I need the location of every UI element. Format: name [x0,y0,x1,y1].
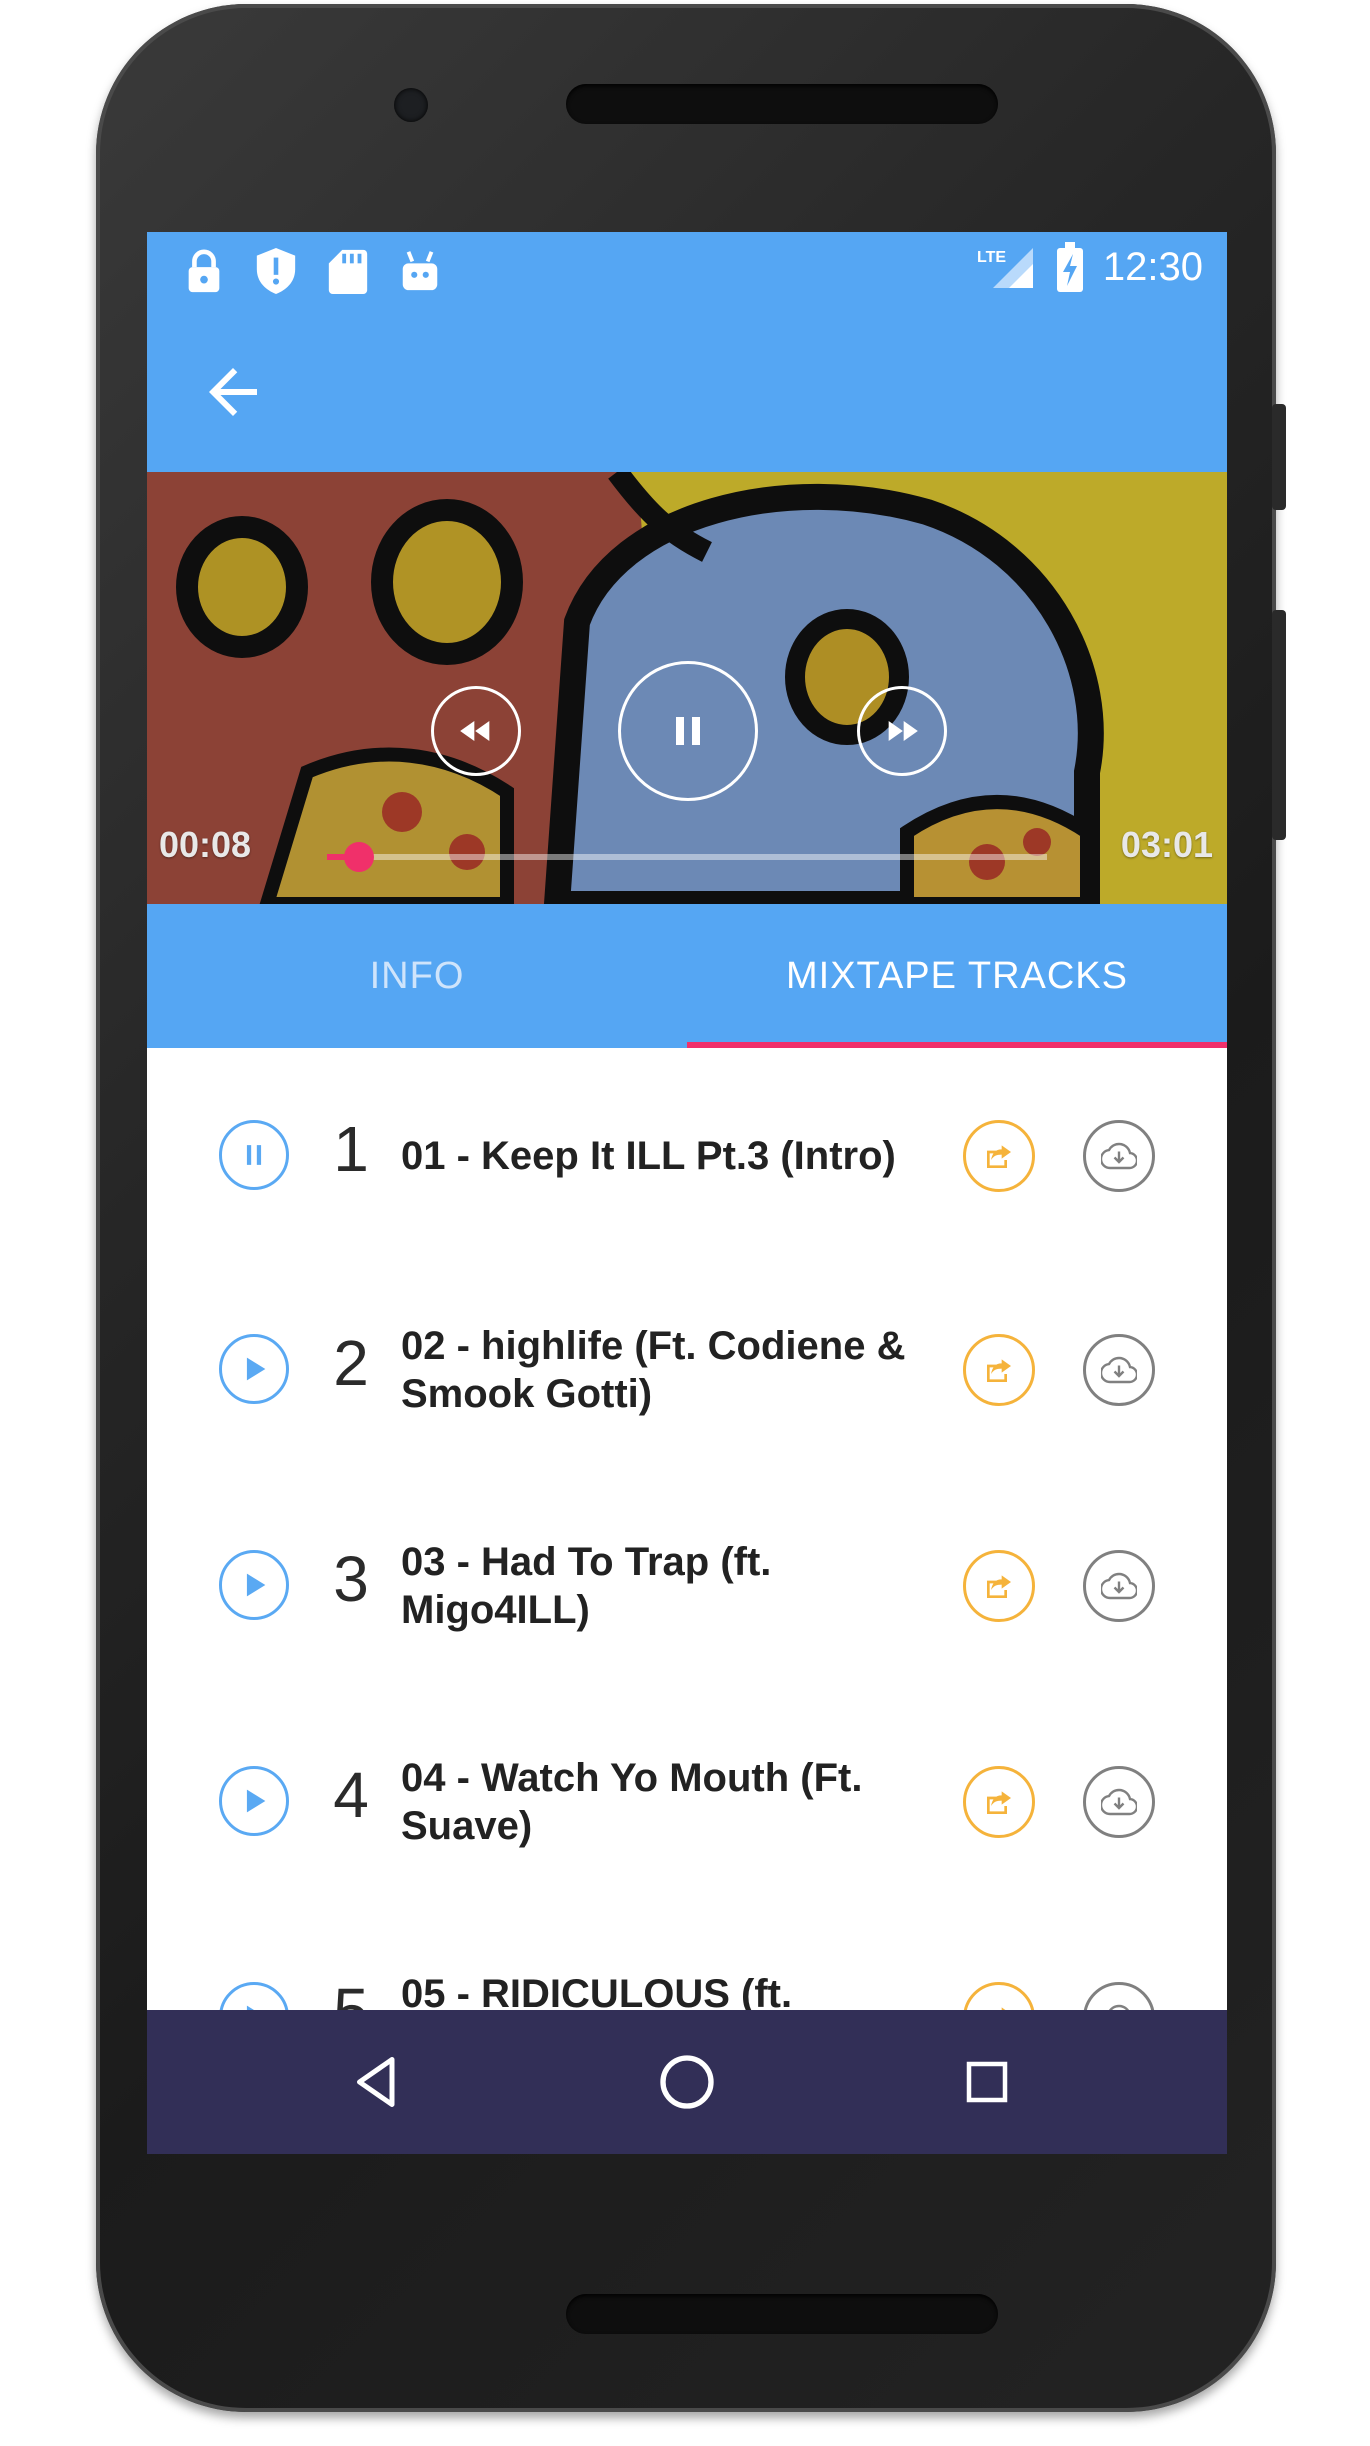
play-icon [246,1573,266,1597]
fast-forward-button[interactable] [857,686,947,776]
clock: 12:30 [1102,244,1203,289]
track-number: 4 [333,1759,369,1831]
pause-button[interactable] [618,661,758,801]
navigation-bar [147,2010,1227,2154]
rewind-button[interactable] [431,686,521,776]
track-number: 3 [333,1543,369,1615]
app-bar [147,312,1227,472]
back-button[interactable] [197,356,269,428]
status-bar: LTE 12:30 [147,232,1227,312]
bottom-speaker [566,2294,998,2334]
track-row[interactable]: 1 01 - Keep It ILL Pt.3 (Intro) [147,1048,1227,1264]
triangle-back-icon [357,2057,395,2107]
cloud-download-icon [1101,1572,1137,1600]
track-row[interactable]: 2 02 - highlife (Ft. Codiene & Smook Got… [147,1264,1227,1480]
tab-mixtape-tracks[interactable]: MIXTAPE TRACKS [687,904,1227,1048]
volume-button [1272,404,1286,510]
download-button[interactable] [1083,1120,1155,1192]
pause-track-button[interactable] [219,1120,289,1190]
sd-card-icon [328,249,368,294]
lte-signal-icon: LTE [977,248,1033,288]
android-icon [402,251,438,291]
arrow-back-icon [209,368,257,416]
track-number: 2 [333,1327,369,1399]
share-button[interactable] [963,1766,1035,1838]
play-track-button[interactable] [219,1766,289,1836]
seek-thumb[interactable] [343,842,374,872]
nav-recents-button[interactable] [947,2042,1027,2122]
track-list: 1 01 - Keep It ILL Pt.3 (Intro) 2 02 - h… [147,1048,1227,2058]
share-icon [987,1791,1011,1814]
cloud-download-icon [1101,1356,1137,1384]
download-button[interactable] [1083,1766,1155,1838]
track-title: 02 - highlife (Ft. Codiene & Smook Gotti… [401,1324,906,1416]
track-number: 1 [333,1113,369,1185]
play-track-button[interactable] [219,1334,289,1404]
nav-back-button[interactable] [337,2042,417,2122]
track-title: 03 - Had To Trap (ft. Migo4ILL) [401,1540,772,1632]
album-artwork [147,472,1227,904]
rewind-icon [460,721,490,741]
nav-home-button[interactable] [647,2042,727,2122]
play-track-button[interactable] [219,1550,289,1620]
pause-icon [676,717,700,745]
total-time: 03:01 [1120,824,1213,865]
seek-bar[interactable] [327,842,1047,872]
lock-icon [188,249,220,293]
cloud-download-icon [1101,1788,1137,1816]
tab-bar: INFO MIXTAPE TRACKS [147,904,1227,1048]
svg-text:LTE: LTE [977,249,1006,266]
earpiece-speaker [566,84,998,124]
square-recents-icon [966,2061,1008,2103]
share-button[interactable] [963,1120,1035,1192]
share-icon [987,1359,1011,1382]
share-icon [987,1145,1011,1168]
tab-info[interactable]: INFO [147,904,687,1048]
track-title: 01 - Keep It ILL Pt.3 (Intro) [401,1134,896,1178]
circle-home-icon [660,2055,714,2109]
track-title: 04 - Watch Yo Mouth (Ft. Suave) [401,1756,863,1848]
elapsed-time: 00:08 [159,824,252,865]
pause-icon [246,1145,262,1165]
download-button[interactable] [1083,1334,1155,1406]
front-camera [394,88,428,122]
share-icon [987,1575,1011,1598]
share-button[interactable] [963,1550,1035,1622]
download-button[interactable] [1083,1550,1155,1622]
cloud-download-icon [1101,1142,1137,1170]
track-row[interactable]: 3 03 - Had To Trap (ft. Migo4ILL) [147,1480,1227,1696]
track-row[interactable]: 4 04 - Watch Yo Mouth (Ft. Suave) [147,1696,1227,1912]
screen: LTE 12:30 00:08 03:01 INFO MIXTAPE TRACK… [147,232,1227,2154]
share-button[interactable] [963,1334,1035,1406]
play-icon [246,1789,266,1813]
play-icon [246,1357,266,1381]
shield-alert-icon [256,248,296,294]
battery-charging-icon [1056,242,1083,292]
fast-forward-icon [888,721,918,741]
power-button [1272,610,1286,840]
